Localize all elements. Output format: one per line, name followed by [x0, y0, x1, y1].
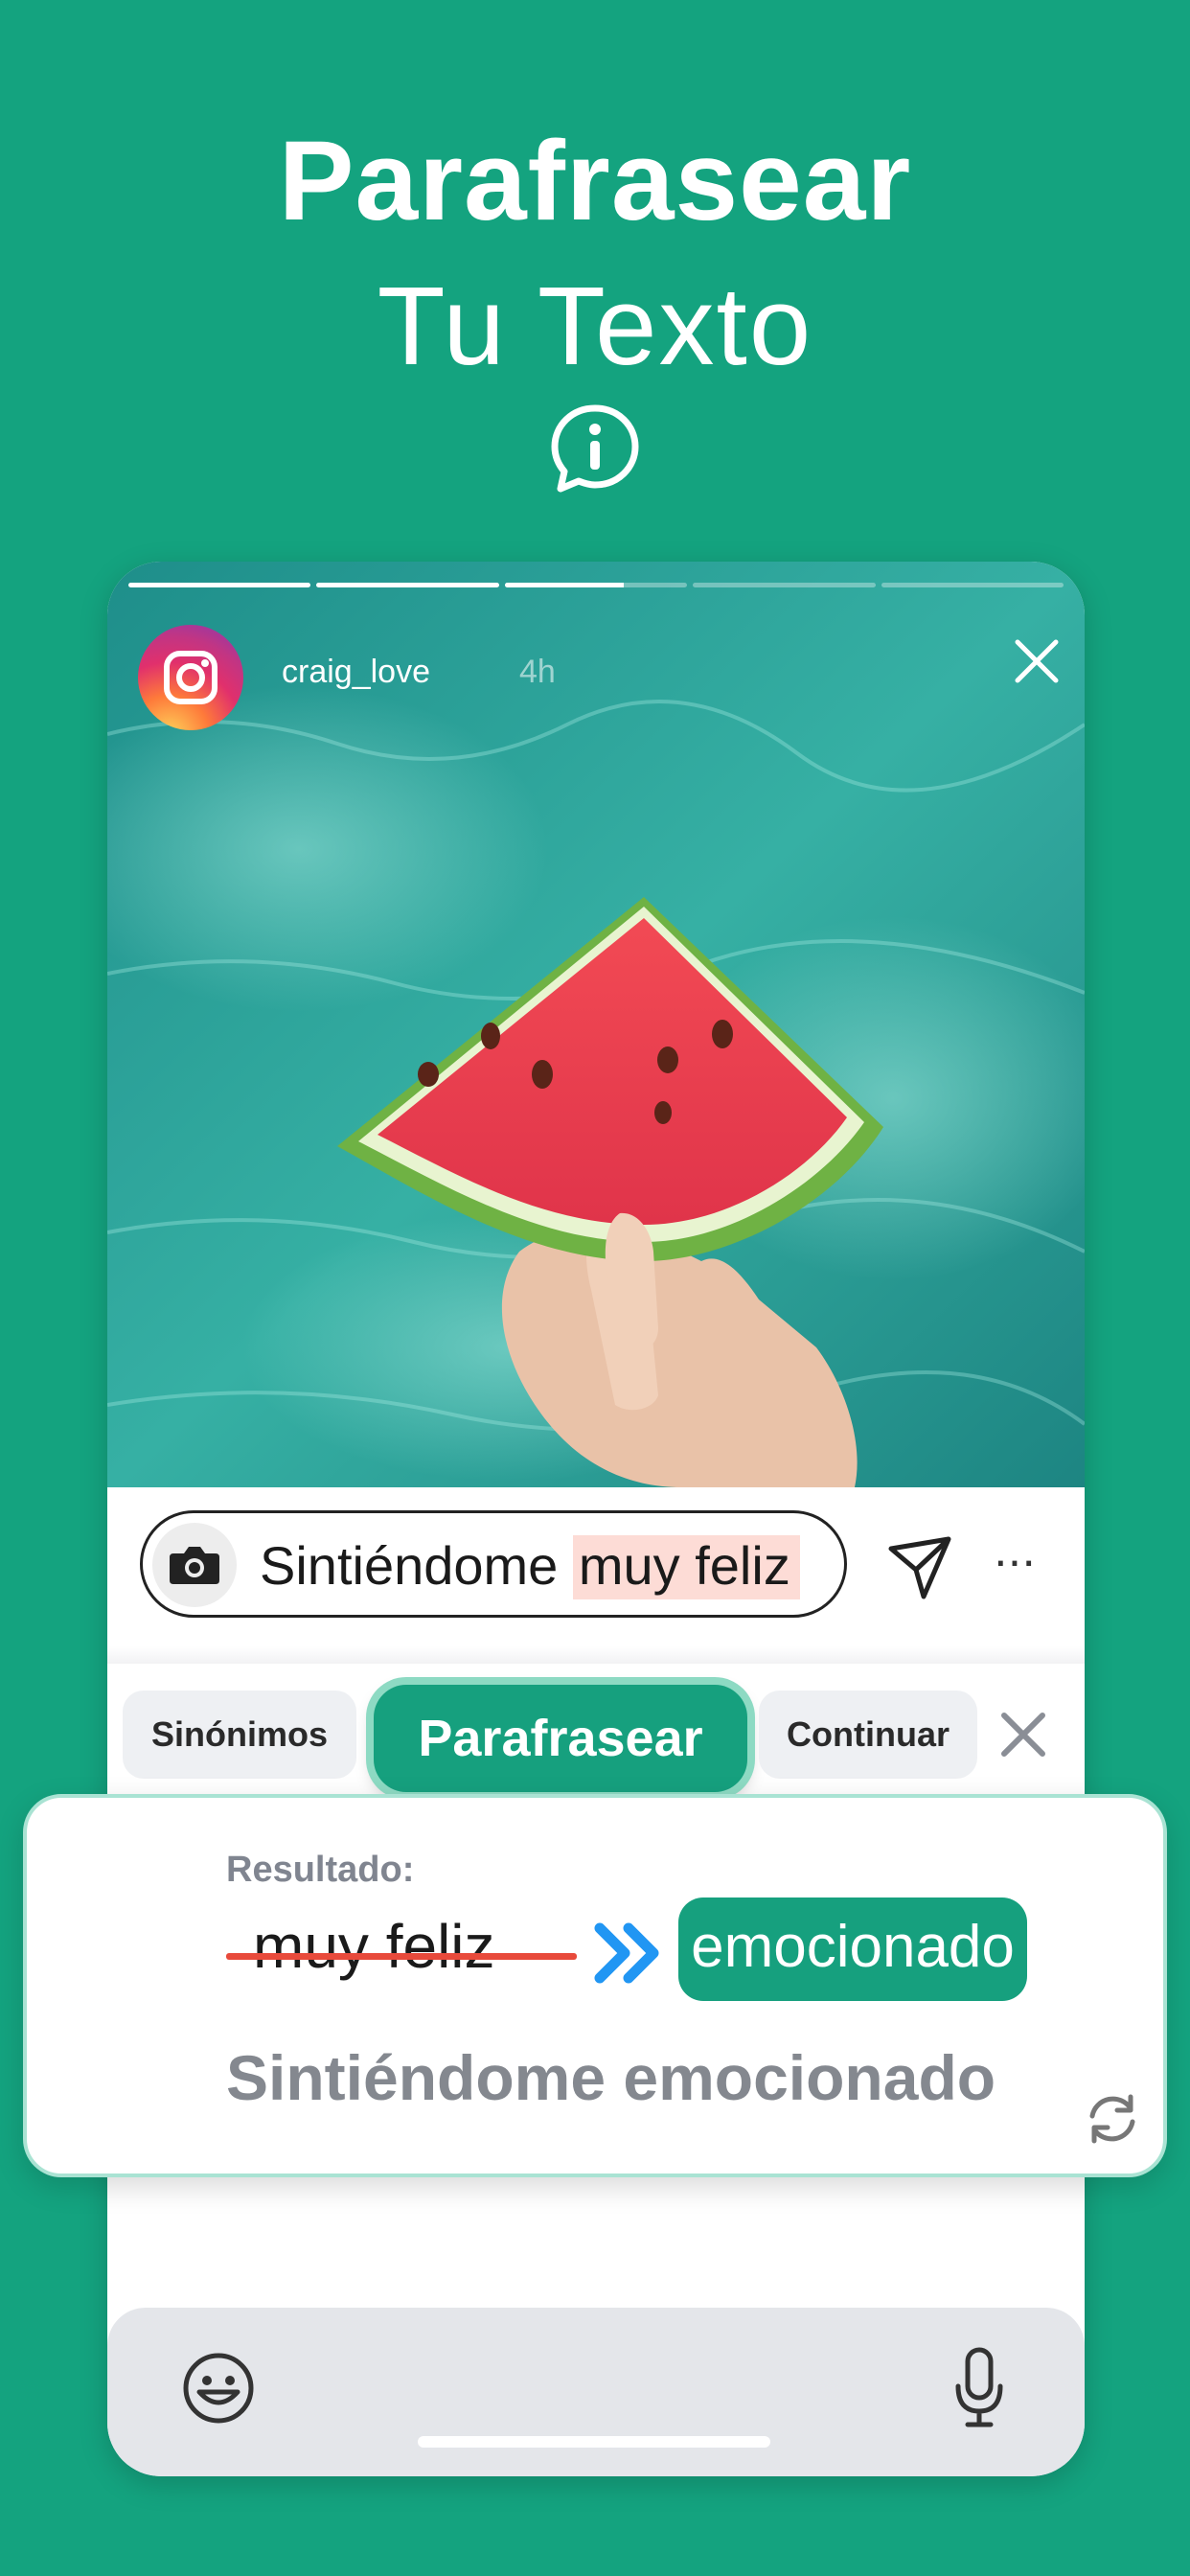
continue-button[interactable]: Continuar — [759, 1690, 977, 1779]
refresh-icon[interactable] — [1081, 2087, 1144, 2150]
double-chevron-right-icon — [594, 1922, 659, 1984]
story-username[interactable]: craig_love — [282, 654, 430, 691]
page-subtitle: Tu Texto — [377, 264, 813, 388]
camera-button[interactable] — [152, 1523, 237, 1607]
replacement-word[interactable]: emocionado — [678, 1898, 1027, 2001]
phone-mockup: craig_love 4h Sintiéndome muy feliz ··· … — [107, 562, 1085, 2476]
result-sentence: Sintiéndome emocionado — [226, 2042, 996, 2113]
reply-text: Sintiéndome muy feliz — [260, 1534, 800, 1599]
instagram-icon — [164, 651, 217, 704]
progress-segment — [693, 583, 876, 587]
home-indicator — [418, 2436, 770, 2448]
reply-prefix: Sintiéndome — [260, 1535, 573, 1596]
close-icon[interactable] — [1008, 632, 1065, 690]
avatar[interactable] — [138, 625, 243, 730]
camera-icon — [170, 1547, 219, 1584]
progress-segment — [504, 583, 688, 587]
progress-segment — [881, 583, 1064, 587]
page-title: Parafrasear — [278, 118, 912, 244]
send-icon[interactable] — [881, 1530, 958, 1606]
close-icon[interactable] — [996, 1708, 1050, 1761]
info-bubble-icon[interactable] — [547, 401, 643, 496]
strikethrough-line — [226, 1953, 577, 1960]
microphone-icon[interactable] — [950, 2344, 1008, 2430]
emoji-icon[interactable] — [180, 2350, 257, 2426]
original-phrase: muy feliz — [253, 1912, 495, 1981]
story-photo — [107, 562, 1085, 1487]
highlighted-phrase[interactable]: muy feliz — [572, 1535, 800, 1599]
divider — [107, 1646, 1085, 1664]
more-icon[interactable]: ··· — [985, 1531, 1042, 1598]
story-progress — [128, 583, 1064, 587]
paraphrase-button[interactable]: Parafrasear — [374, 1685, 747, 1792]
synonyms-button[interactable]: Sinónimos — [123, 1690, 356, 1779]
reply-input[interactable]: Sintiéndome muy feliz — [140, 1510, 847, 1618]
story-timestamp: 4h — [519, 654, 556, 690]
progress-segment — [316, 583, 499, 587]
result-label: Resultado: — [226, 1850, 415, 1890]
result-card: Resultado: muy feliz emocionado Sintiénd… — [23, 1794, 1167, 2177]
progress-segment — [128, 583, 311, 587]
